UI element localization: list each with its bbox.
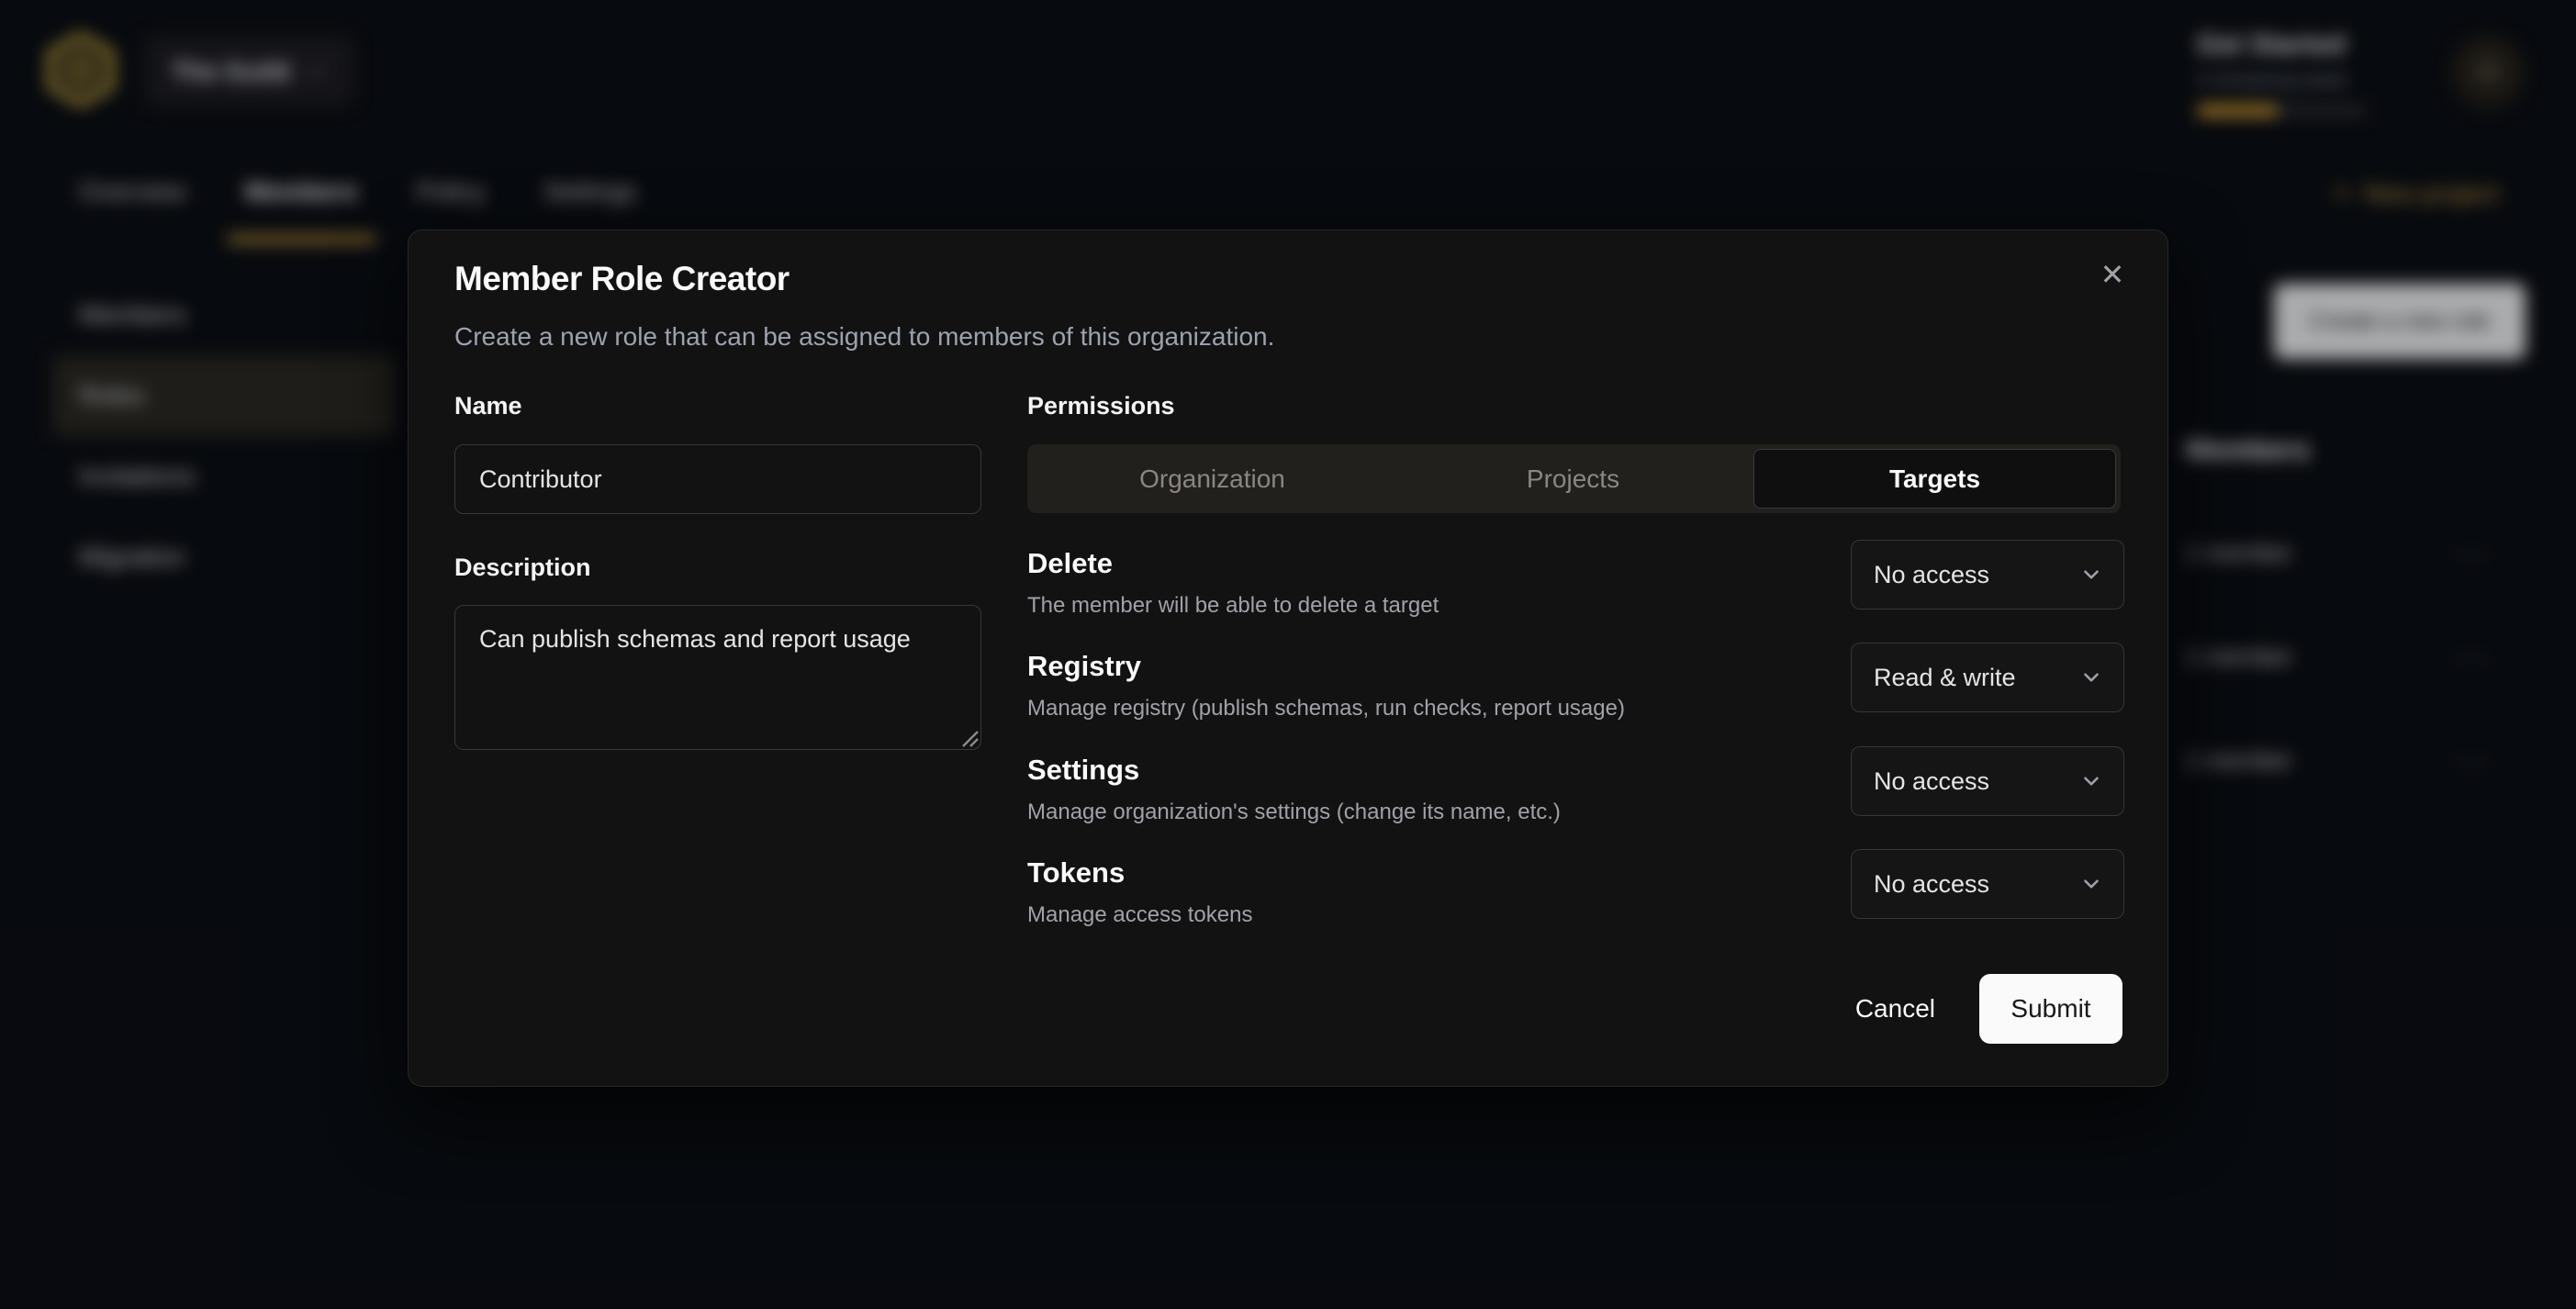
tokens-access-select[interactable]: No access	[1851, 849, 2124, 919]
registry-access-select[interactable]: Read & write	[1851, 643, 2124, 712]
tab-organization[interactable]: Organization	[1032, 449, 1393, 509]
cancel-button[interactable]: Cancel	[1835, 978, 1955, 1040]
close-icon[interactable]: ✕	[2090, 252, 2134, 296]
app-root: The Guild Get Started 4 remaining tasks …	[0, 0, 2576, 1309]
selected-value: Read & write	[1874, 664, 2016, 692]
selected-value: No access	[1874, 870, 1989, 899]
name-input[interactable]	[454, 444, 981, 514]
description-label: Description	[454, 554, 591, 582]
dialog-subtitle: Create a new role that can be assigned t…	[454, 322, 1274, 352]
chevron-down-icon	[2079, 872, 2103, 896]
submit-button[interactable]: Submit	[1979, 974, 2122, 1044]
chevron-down-icon	[2079, 666, 2103, 689]
permission-row-registry: Registry Manage registry (publish schema…	[1027, 650, 2124, 722]
permission-row-delete: Delete The member will be able to delete…	[1027, 547, 2124, 619]
delete-access-select[interactable]: No access	[1851, 540, 2124, 610]
selected-value: No access	[1874, 767, 1989, 796]
description-textarea[interactable]: Can publish schemas and report usage	[454, 605, 981, 750]
dialog-footer: Cancel Submit	[1835, 974, 2122, 1044]
selected-value: No access	[1874, 561, 1989, 589]
settings-access-select[interactable]: No access	[1851, 746, 2124, 816]
permissions-label: Permissions	[1027, 392, 1175, 420]
permission-row-settings: Settings Manage organization's settings …	[1027, 754, 2124, 825]
member-role-creator-dialog: Member Role Creator Create a new role th…	[408, 229, 2168, 1087]
chevron-down-icon	[2079, 769, 2103, 793]
name-label: Name	[454, 392, 522, 420]
tab-projects[interactable]: Projects	[1393, 449, 1753, 509]
permission-row-tokens: Tokens Manage access tokens No access	[1027, 856, 2124, 928]
permissions-tab-list: Organization Projects Targets	[1027, 444, 2121, 513]
tab-targets[interactable]: Targets	[1753, 449, 2116, 509]
chevron-down-icon	[2079, 563, 2103, 587]
dialog-title: Member Role Creator	[454, 260, 790, 298]
